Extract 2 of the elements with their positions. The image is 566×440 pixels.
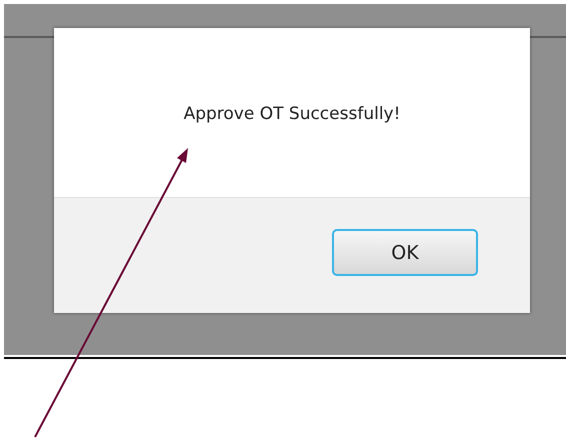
ok-button[interactable]: OK [332, 229, 478, 276]
dialog-message: Approve OT Successfully! [184, 104, 400, 126]
